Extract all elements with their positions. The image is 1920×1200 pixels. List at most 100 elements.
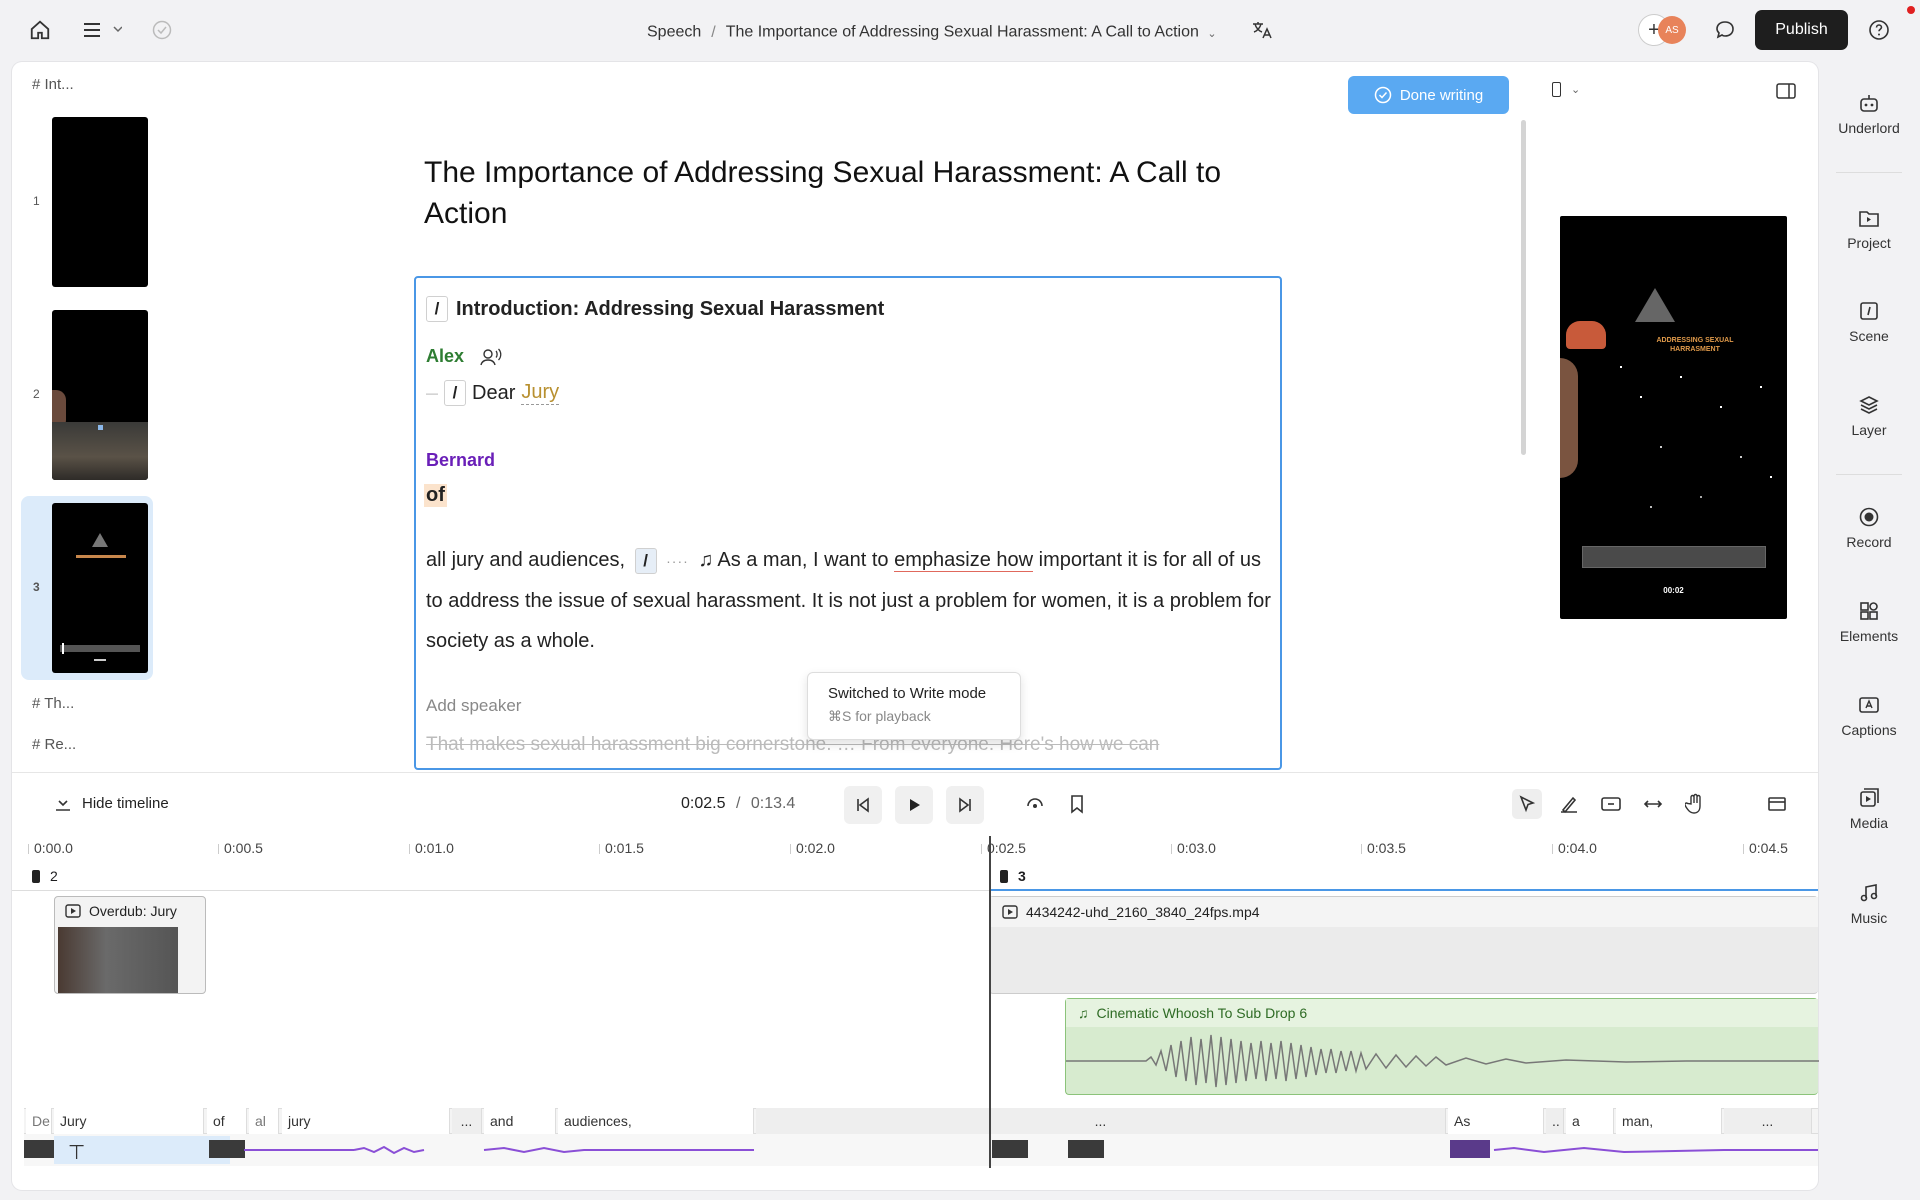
slash-command-icon[interactable]: / bbox=[634, 548, 657, 574]
hand-tool-icon[interactable] bbox=[1680, 789, 1710, 819]
word-chip[interactable]: ... bbox=[1724, 1108, 1812, 1134]
scene-marker-3[interactable]: 3 bbox=[1000, 868, 1026, 884]
ruler-tick: 0:01.0 bbox=[409, 840, 454, 856]
word-chip[interactable]: De bbox=[26, 1108, 52, 1134]
rail-underlord[interactable]: Underlord bbox=[1818, 92, 1920, 136]
audio-track[interactable]: ⊤ bbox=[24, 1134, 1818, 1166]
speaker-label-bernard[interactable]: Bernard bbox=[426, 450, 495, 471]
collapse-icon bbox=[56, 799, 70, 811]
word-chip[interactable]: audiences, bbox=[558, 1108, 754, 1134]
line-dear-jury[interactable]: — / Dear Jury bbox=[426, 380, 560, 406]
rail-elements[interactable]: Elements bbox=[1818, 600, 1920, 644]
slash-command-icon[interactable]: / bbox=[426, 296, 448, 322]
skip-back-button[interactable] bbox=[844, 786, 882, 824]
rail-label: Layer bbox=[1851, 422, 1887, 438]
translate-icon[interactable] bbox=[1251, 20, 1273, 45]
word-chip[interactable]: ... bbox=[452, 1108, 482, 1134]
word-dear[interactable]: Dear bbox=[472, 382, 515, 405]
rail-record[interactable]: Record bbox=[1818, 506, 1920, 550]
clip-video[interactable]: 4434242-uhd_2160_3840_24fps.mp4 bbox=[989, 896, 1818, 994]
word-chip[interactable]: of bbox=[207, 1108, 247, 1134]
scene-marker-icon bbox=[1000, 869, 1008, 883]
scene-thumbnail-2[interactable] bbox=[52, 310, 148, 480]
word-chip[interactable]: al bbox=[249, 1108, 279, 1134]
scene-header-intro[interactable]: # Int... bbox=[32, 76, 74, 93]
scene-number: 1 bbox=[33, 194, 40, 208]
hide-timeline-label: Hide timeline bbox=[82, 795, 169, 812]
ruler-tick: 0:02.5 bbox=[981, 840, 1026, 856]
rail-project[interactable]: Project bbox=[1818, 207, 1920, 251]
help-icon[interactable] bbox=[1867, 18, 1891, 42]
avatar[interactable]: AS bbox=[1658, 16, 1686, 44]
comment-icon[interactable] bbox=[1713, 18, 1737, 42]
slip-tool-icon[interactable] bbox=[1596, 789, 1626, 819]
word-chip[interactable]: ... bbox=[756, 1108, 1446, 1134]
word-chip[interactable]: .. bbox=[1546, 1108, 1564, 1134]
scene-header-th[interactable]: # Th... bbox=[32, 695, 74, 712]
voice-icon[interactable] bbox=[480, 347, 502, 367]
select-tool-icon[interactable] bbox=[1512, 789, 1542, 819]
timeline-ruler[interactable]: 0:00.0 0:00.5 0:01.0 0:01.5 0:02.0 0:02.… bbox=[12, 832, 1818, 892]
rail-media[interactable]: Media bbox=[1818, 787, 1920, 831]
struck-text[interactable]: That makes sexual harassment big corners… bbox=[426, 734, 1159, 756]
track-layout-icon[interactable] bbox=[1762, 789, 1792, 819]
scene-thumbnail-1[interactable] bbox=[52, 117, 148, 287]
panel-toggle-icon[interactable] bbox=[1776, 82, 1796, 105]
word-chip[interactable]: and bbox=[484, 1108, 556, 1134]
rail-layer[interactable]: Layer bbox=[1818, 394, 1920, 438]
word-chip[interactable]: jury bbox=[282, 1108, 450, 1134]
aspect-ratio-selector[interactable]: ⌄ bbox=[1552, 82, 1580, 97]
right-rail: Underlord Project Scene Layer Record Ele… bbox=[1818, 62, 1920, 1062]
rail-scene[interactable]: Scene bbox=[1818, 300, 1920, 344]
rail-music[interactable]: Music bbox=[1818, 882, 1920, 926]
rail-captions[interactable]: Captions bbox=[1818, 694, 1920, 738]
text-emphasize-how[interactable]: emphasize how bbox=[894, 549, 1034, 572]
publish-button[interactable]: Publish bbox=[1755, 10, 1848, 50]
section-heading[interactable]: / Introduction: Addressing Sexual Harass… bbox=[426, 296, 884, 322]
clip-music[interactable]: ♫ Cinematic Whoosh To Sub Drop 6 bbox=[1065, 998, 1819, 1095]
mode-toast: Switched to Write mode ⌘S for playback bbox=[807, 672, 1021, 740]
word-chip[interactable]: Jury bbox=[54, 1108, 204, 1134]
word-jury-overdub[interactable]: Jury bbox=[521, 381, 560, 405]
word-chip[interactable]: a bbox=[1566, 1108, 1614, 1134]
breadcrumb: Speech / The Importance of Addressing Sexu… bbox=[0, 20, 1920, 45]
scene-header-re[interactable]: # Re... bbox=[32, 736, 76, 753]
word-chip[interactable]: As bbox=[1448, 1108, 1544, 1134]
text-all-jury: all jury and audiences, bbox=[426, 549, 626, 571]
clip-overdub-jury[interactable]: Overdub: Jury bbox=[54, 896, 206, 994]
doc-title-crumb[interactable]: The Importance of Addressing Sexual Hara… bbox=[726, 24, 1199, 41]
collaborators[interactable]: + AS bbox=[1638, 14, 1696, 46]
speaker-label-alex[interactable]: Alex bbox=[426, 346, 502, 367]
current-time: 0:02.5 bbox=[681, 795, 726, 812]
playhead[interactable] bbox=[989, 836, 991, 1168]
loop-icon[interactable] bbox=[1020, 789, 1050, 819]
word-of[interactable]: of bbox=[424, 484, 447, 507]
word-chip[interactable]: man, bbox=[1616, 1108, 1722, 1134]
document-title[interactable]: The Importance of Addressing Sexual Hara… bbox=[424, 152, 1284, 234]
scene-marker-2[interactable]: 2 bbox=[32, 868, 58, 884]
editor-scrollbar[interactable] bbox=[1521, 120, 1526, 455]
music-note-icon[interactable]: ♫ bbox=[698, 549, 713, 571]
rail-label: Media bbox=[1849, 815, 1889, 831]
stretch-tool-icon[interactable] bbox=[1638, 789, 1668, 819]
slash-command-icon[interactable]: / bbox=[444, 380, 466, 406]
scene-number: 3 bbox=[33, 580, 40, 594]
hide-timeline-button[interactable]: Hide timeline bbox=[54, 795, 169, 812]
chevron-down-icon: ⌄ bbox=[1571, 84, 1581, 96]
skip-forward-button[interactable] bbox=[946, 786, 984, 824]
scene-thumbnail-3[interactable] bbox=[52, 503, 148, 673]
robot-icon bbox=[1860, 95, 1878, 112]
chevron-down-icon[interactable]: ⌄ bbox=[1207, 28, 1216, 40]
breadcrumb-root[interactable]: Speech bbox=[647, 24, 701, 41]
pause-marker[interactable]: ···· bbox=[666, 553, 689, 569]
done-writing-button[interactable]: Done writing bbox=[1348, 76, 1509, 114]
video-preview[interactable]: ADDRESSING SEXUAL HARRASMENT 00:02 bbox=[1560, 216, 1787, 619]
paragraph-main[interactable]: all jury and audiences, / ···· ♫ As a man… bbox=[426, 540, 1276, 661]
music-icon bbox=[1860, 884, 1878, 902]
folder-icon bbox=[1859, 211, 1879, 227]
music-note-icon: ♫ bbox=[1078, 1005, 1089, 1021]
bookmark-icon[interactable] bbox=[1062, 789, 1092, 819]
blade-tool-icon[interactable] bbox=[1554, 789, 1584, 819]
add-speaker[interactable]: Add speaker bbox=[426, 696, 521, 716]
play-button[interactable] bbox=[895, 786, 933, 824]
